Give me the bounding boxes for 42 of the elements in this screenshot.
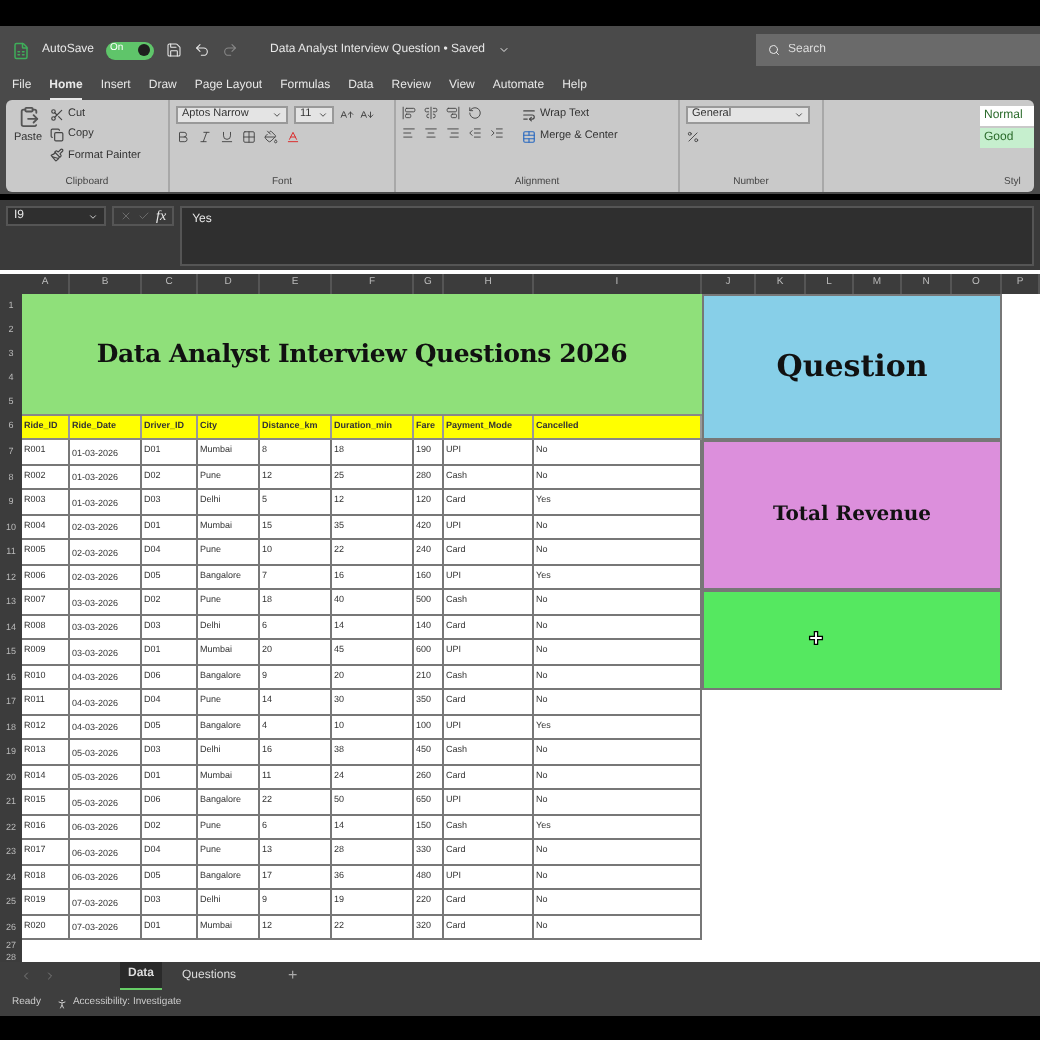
cursor-icon	[808, 630, 824, 646]
redo-icon[interactable]	[222, 42, 239, 58]
underline-icon[interactable]	[220, 130, 234, 144]
paintbrush-icon	[50, 148, 64, 163]
align-left-icon[interactable]	[402, 126, 416, 140]
italic-icon[interactable]	[198, 130, 212, 144]
undo-icon[interactable]	[194, 42, 211, 58]
panel-label: Total Revenue	[772, 502, 932, 530]
fill-color-icon[interactable]	[264, 130, 278, 144]
caret-icon	[88, 211, 98, 221]
increase-font-icon[interactable]	[340, 108, 354, 122]
enter-icon[interactable]	[138, 210, 150, 222]
accessibility-icon	[56, 997, 69, 1009]
align-center-icon[interactable]	[424, 126, 438, 140]
bold-icon[interactable]	[176, 130, 190, 144]
wrap-text-icon	[522, 107, 536, 122]
percent-icon[interactable]	[686, 130, 700, 144]
orientation-icon[interactable]	[468, 106, 482, 120]
decrease-font-icon[interactable]	[360, 108, 374, 122]
caret-icon	[318, 110, 328, 120]
clipboard-icon	[17, 106, 39, 128]
caret-icon	[272, 110, 282, 120]
bottom-align-icon[interactable]	[446, 106, 460, 120]
excel-icon	[12, 41, 30, 59]
increase-indent-icon[interactable]	[490, 126, 504, 140]
scissors-icon	[50, 107, 64, 122]
borders-icon[interactable]	[242, 130, 256, 144]
caret-icon	[794, 110, 804, 120]
font-color-icon[interactable]	[286, 130, 300, 144]
search-icon	[768, 44, 780, 56]
top-align-icon[interactable]	[402, 106, 416, 120]
cancel-icon[interactable]	[120, 210, 132, 222]
add-sheet-button[interactable]: +	[288, 964, 298, 988]
decrease-indent-icon[interactable]	[468, 126, 482, 140]
save-icon[interactable]	[166, 42, 183, 58]
copy-icon	[50, 127, 64, 142]
middle-align-icon[interactable]	[424, 106, 438, 120]
align-right-icon[interactable]	[446, 126, 460, 140]
title-banner: Data Analyst Interview Questions 2026	[22, 294, 702, 414]
panel-heading: Question	[776, 346, 928, 389]
merge-cells-icon	[522, 129, 536, 144]
caret-icon[interactable]	[497, 44, 510, 56]
